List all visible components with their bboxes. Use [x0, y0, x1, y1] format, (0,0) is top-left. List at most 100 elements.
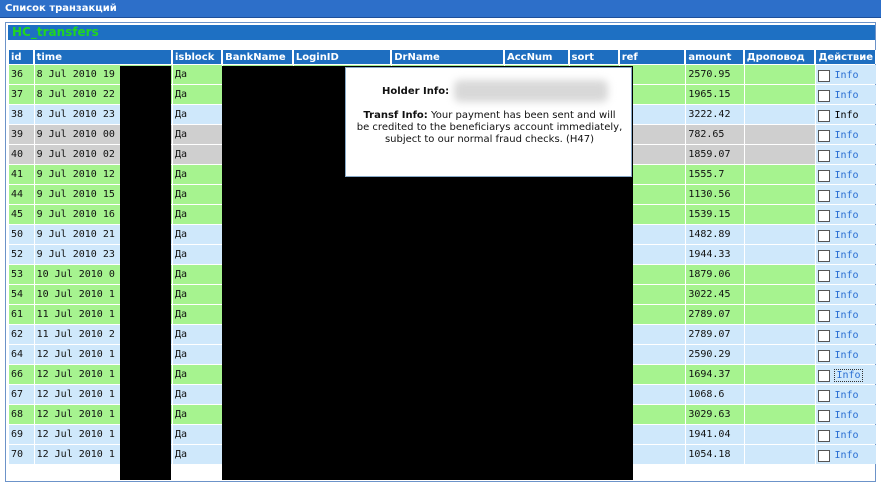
- info-link[interactable]: Info: [834, 130, 858, 141]
- info-link[interactable]: Info: [834, 70, 858, 81]
- column-header[interactable]: sort: [569, 50, 619, 64]
- info-link[interactable]: Info: [834, 450, 858, 461]
- row-select-checkbox[interactable]: [818, 269, 831, 282]
- row-select-checkbox[interactable]: [818, 229, 831, 242]
- cell-dropovod: [744, 105, 816, 124]
- cell-action: Info: [816, 345, 876, 364]
- cell-amount: 3022.45: [686, 285, 744, 304]
- cell-dropovod: [744, 125, 816, 144]
- cell-isblock: Да: [172, 245, 223, 264]
- info-link[interactable]: Info: [834, 90, 858, 101]
- row-select-checkbox[interactable]: [818, 429, 831, 442]
- cell-isblock: Да: [172, 265, 223, 284]
- column-header[interactable]: Дроповод: [744, 50, 816, 64]
- row-select-checkbox[interactable]: [818, 409, 831, 422]
- row-select-checkbox[interactable]: [818, 349, 831, 362]
- cell-amount: 1879.06: [686, 265, 744, 284]
- info-link[interactable]: Info: [834, 230, 858, 241]
- cell-isblock: Да: [172, 185, 223, 204]
- cell-dropovod: [744, 165, 816, 184]
- cell-amount: 2570.95: [686, 65, 744, 84]
- cell-action: Info: [816, 225, 876, 244]
- cell-action: Info: [816, 205, 876, 224]
- info-link[interactable]: Info: [834, 390, 858, 401]
- cell-dropovod: [744, 285, 816, 304]
- row-select-checkbox[interactable]: [818, 449, 831, 462]
- row-select-checkbox[interactable]: [818, 89, 831, 102]
- column-header[interactable]: DrName: [392, 50, 504, 64]
- row-select-checkbox[interactable]: [818, 249, 831, 262]
- cell-action: Info: [816, 365, 876, 384]
- cell-action: Info: [816, 385, 876, 404]
- cell-action: Info: [816, 285, 876, 304]
- row-select-checkbox[interactable]: [818, 329, 831, 342]
- info-link[interactable]: Info: [834, 310, 858, 321]
- row-select-checkbox[interactable]: [818, 109, 831, 122]
- row-select-checkbox[interactable]: [818, 129, 831, 142]
- info-link[interactable]: Info: [834, 110, 858, 121]
- info-link[interactable]: Info: [834, 270, 858, 281]
- cell-id: 41: [9, 165, 34, 184]
- column-header[interactable]: Действие: [816, 50, 876, 64]
- cell-isblock: Да: [172, 345, 223, 364]
- cell-id: 67: [9, 385, 34, 404]
- row-select-checkbox[interactable]: [818, 149, 831, 162]
- cell-id: 45: [9, 205, 34, 224]
- info-link[interactable]: Info: [834, 410, 858, 421]
- cell-action: Info: [816, 425, 876, 444]
- cell-isblock: Да: [172, 125, 223, 144]
- cell-id: 44: [9, 185, 34, 204]
- column-header[interactable]: ref: [619, 50, 686, 64]
- cell-dropovod: [744, 405, 816, 424]
- cell-action: Info: [816, 325, 876, 344]
- row-select-checkbox[interactable]: [818, 189, 831, 202]
- row-select-checkbox[interactable]: [818, 389, 831, 402]
- info-link[interactable]: Info: [834, 190, 858, 201]
- cell-dropovod: [744, 65, 816, 84]
- cell-id: 40: [9, 145, 34, 164]
- info-link[interactable]: Info: [834, 210, 858, 221]
- panel-title: Список транзакций: [5, 3, 117, 14]
- column-header[interactable]: AccNum: [504, 50, 569, 64]
- row-select-checkbox[interactable]: [818, 289, 831, 302]
- cell-action: Info: [816, 145, 876, 164]
- cell-amount: 1130.56: [686, 185, 744, 204]
- column-header[interactable]: amount: [686, 50, 744, 64]
- holder-info-popup: Holder Info: Transf Info: Your payment h…: [345, 67, 632, 177]
- cell-dropovod: [744, 225, 816, 244]
- redaction-block-left: [120, 66, 171, 480]
- info-link[interactable]: Info: [834, 330, 858, 341]
- cell-isblock: Да: [172, 405, 223, 424]
- info-link[interactable]: Info: [834, 368, 863, 382]
- info-link[interactable]: Info: [834, 150, 858, 161]
- info-link[interactable]: Info: [834, 170, 858, 181]
- row-select-checkbox[interactable]: [818, 209, 831, 222]
- row-select-checkbox[interactable]: [818, 169, 831, 182]
- cell-dropovod: [744, 265, 816, 284]
- column-header[interactable]: BankName: [223, 50, 293, 64]
- row-select-checkbox[interactable]: [818, 369, 831, 382]
- info-link[interactable]: Info: [834, 430, 858, 441]
- column-header[interactable]: time: [34, 50, 172, 64]
- table-title-bar: HC_transfers: [8, 25, 875, 40]
- cell-id: 50: [9, 225, 34, 244]
- cell-action: Info: [816, 185, 876, 204]
- column-header[interactable]: LoginID: [293, 50, 392, 64]
- cell-isblock: Да: [172, 385, 223, 404]
- row-select-checkbox[interactable]: [818, 69, 831, 82]
- column-header[interactable]: id: [9, 50, 34, 64]
- cell-action: Info: [816, 125, 876, 144]
- info-link[interactable]: Info: [834, 250, 858, 261]
- cell-isblock: Да: [172, 105, 223, 124]
- cell-id: 36: [9, 65, 34, 84]
- cell-amount: 2789.07: [686, 325, 744, 344]
- info-link[interactable]: Info: [834, 350, 858, 361]
- cell-amount: 1965.15: [686, 85, 744, 104]
- column-header[interactable]: isblock: [172, 50, 223, 64]
- table-title: HC_transfers: [12, 25, 99, 39]
- row-select-checkbox[interactable]: [818, 309, 831, 322]
- info-link[interactable]: Info: [834, 290, 858, 301]
- cell-dropovod: [744, 385, 816, 404]
- cell-action: Info: [816, 105, 876, 124]
- cell-isblock: Да: [172, 425, 223, 444]
